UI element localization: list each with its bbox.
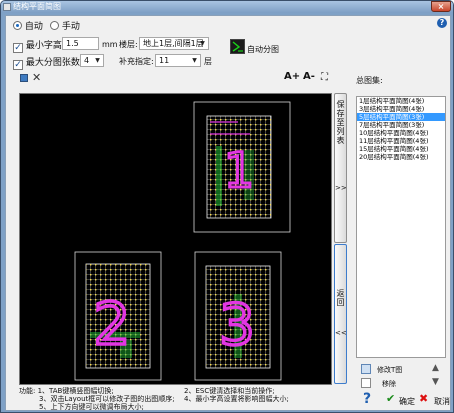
help-icon[interactable]: ? bbox=[437, 18, 447, 28]
clear-icon[interactable]: ✕ bbox=[32, 71, 41, 84]
floor-select[interactable]: 地上1层,间隔1层 ▼ bbox=[139, 37, 209, 50]
mode-auto-label: 自动 bbox=[24, 22, 43, 32]
question-icon[interactable]: ? bbox=[363, 391, 371, 407]
mode-manual-radio[interactable]: 手动 bbox=[50, 19, 80, 32]
app-icon bbox=[3, 3, 11, 11]
dropdown-arrow-icon: ▼ bbox=[200, 40, 205, 47]
ok-check-icon: ✔ bbox=[386, 392, 396, 405]
min-font-checkbox[interactable]: ✓ 最小字高: bbox=[13, 38, 65, 53]
move-up-icon[interactable]: ▲ bbox=[432, 362, 439, 374]
auto-split-button[interactable] bbox=[230, 39, 245, 54]
list-item-selected[interactable]: 5层结构平面简图(3张) bbox=[357, 113, 445, 121]
help-line-2: 2、ESC键清选择和当前操作; bbox=[184, 387, 275, 395]
renumber-select[interactable]: 11 ▼ bbox=[155, 54, 201, 67]
min-font-input[interactable]: 1.5 bbox=[62, 37, 99, 50]
plan-sheet-3[interactable]: 3 bbox=[194, 251, 282, 381]
back-button[interactable]: 返回 << bbox=[334, 244, 347, 384]
dropdown-arrow-icon: ▼ bbox=[95, 57, 100, 64]
preview-canvas[interactable]: 1 2 3 bbox=[19, 93, 332, 385]
preview-drawing: 1 2 3 bbox=[74, 101, 291, 381]
back-label: 返回 bbox=[336, 289, 345, 307]
title-bar: 结构平面简图 × bbox=[1, 1, 453, 13]
plan-sheet-1[interactable]: 1 bbox=[193, 101, 291, 233]
max-group-value: 4 bbox=[84, 56, 90, 65]
check-icon: ✓ bbox=[13, 60, 23, 70]
list-item[interactable]: 1层结构平面简图(4张) bbox=[357, 97, 445, 105]
window-title: 结构平面简图 bbox=[13, 2, 61, 11]
list-item[interactable]: 11层结构平面简图(4张) bbox=[357, 137, 445, 145]
max-group-label: 最大分图张数: bbox=[25, 58, 83, 68]
floor-value: 地上1层,间隔1层 bbox=[143, 39, 204, 48]
list-item[interactable]: 10层结构平面简图(4张) bbox=[357, 129, 445, 137]
max-group-select[interactable]: 4 ▼ bbox=[80, 54, 104, 67]
save-to-list-label: 保存至列表 bbox=[336, 100, 345, 145]
list-item[interactable]: 7层结构平面简图(3张) bbox=[357, 121, 445, 129]
radio-dot-icon bbox=[13, 21, 22, 30]
split-layout-icon bbox=[232, 41, 243, 52]
edit-button-label[interactable]: 修改T图 bbox=[377, 365, 402, 375]
zoom-in-button[interactable]: A+ bbox=[284, 71, 300, 82]
mode-auto-radio[interactable]: 自动 bbox=[13, 19, 43, 32]
layout-icon[interactable] bbox=[20, 74, 28, 82]
max-group-checkbox[interactable]: ✓ 最大分图张数: bbox=[13, 55, 83, 70]
plan-number-1: 1 bbox=[224, 143, 255, 199]
plan-number-2: 2 bbox=[94, 290, 131, 358]
edit-icon[interactable] bbox=[361, 364, 371, 374]
mode-manual-label: 手动 bbox=[61, 22, 80, 32]
list-item[interactable]: 20层结构平面简图(4张) bbox=[357, 153, 445, 161]
dropdown-arrow-icon: ▼ bbox=[192, 57, 197, 64]
plan-number-3: 3 bbox=[219, 293, 255, 358]
min-font-label: 最小字高: bbox=[25, 41, 65, 51]
renumber-label: 补充指定: bbox=[119, 57, 154, 66]
save-to-list-button[interactable]: 保存至列表 >> bbox=[334, 93, 347, 243]
renumber-unit: 层 bbox=[204, 57, 212, 66]
total-drawings-list[interactable]: 1层结构平面简图(4张) 3层结构平面简图(4张) 5层结构平面简图(3张) 7… bbox=[356, 96, 446, 358]
cancel-x-icon: ✖ bbox=[419, 392, 429, 405]
total-list-label: 总图集: bbox=[356, 76, 383, 85]
ok-button[interactable]: 确定 bbox=[399, 396, 415, 407]
renumber-value: 11 bbox=[159, 56, 170, 65]
save-arrows: >> bbox=[335, 184, 347, 192]
list-item[interactable]: 3层结构平面简图(4张) bbox=[357, 105, 445, 113]
plan-sheet-2[interactable]: 2 bbox=[74, 251, 162, 381]
dialog-window: 结构平面简图 × 自动 手动 ? ✓ 最小字高: 1.5 mm ✓ 最大分图张数… bbox=[0, 0, 454, 413]
back-arrows: << bbox=[335, 329, 347, 337]
fit-screen-icon[interactable]: ⛶ bbox=[321, 72, 328, 83]
list-item[interactable]: 15层结构平面简图(4张) bbox=[357, 145, 445, 153]
auto-split-label: 自动分图 bbox=[247, 45, 279, 54]
close-button[interactable]: × bbox=[431, 1, 451, 12]
radio-empty-icon bbox=[50, 21, 59, 30]
help-line-5: 5、上下方向键可以微调布局大小; bbox=[39, 403, 144, 411]
zoom-out-button[interactable]: A- bbox=[303, 71, 315, 82]
check-icon: ✓ bbox=[13, 43, 23, 53]
cancel-button[interactable]: 取消 bbox=[434, 396, 450, 407]
min-font-unit: mm bbox=[102, 40, 118, 49]
floor-label: 楼层: bbox=[119, 40, 138, 49]
dialog-client: 自动 手动 ? ✓ 最小字高: 1.5 mm ✓ 最大分图张数: 4 ▼ 楼层:… bbox=[5, 15, 451, 411]
